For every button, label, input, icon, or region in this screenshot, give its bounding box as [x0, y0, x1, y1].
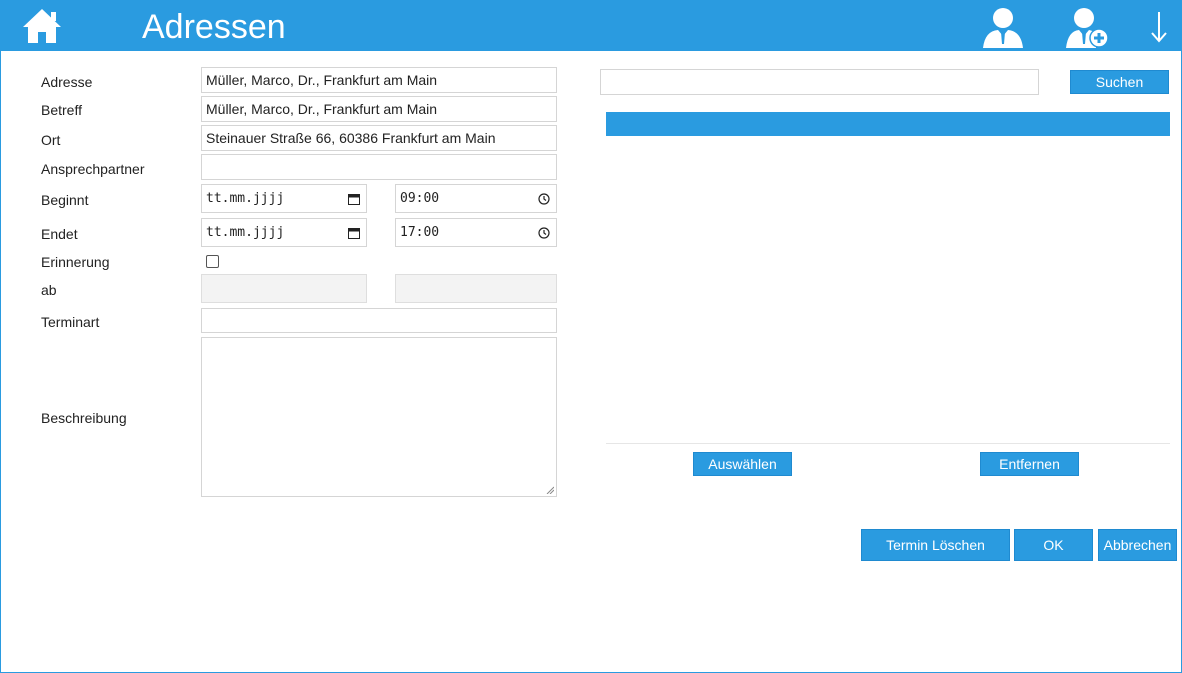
beginnt-date-input[interactable]: tt.mm.jjjj — [201, 184, 367, 213]
erinnerung-date-input — [201, 274, 367, 303]
results-divider — [606, 443, 1170, 444]
label-ort: Ort — [41, 132, 61, 148]
select-button[interactable]: Auswählen — [693, 452, 792, 476]
label-beschreibung: Beschreibung — [41, 410, 127, 426]
label-erinnerung: Erinnerung — [41, 254, 110, 270]
user-icon[interactable] — [980, 6, 1026, 48]
search-input[interactable] — [600, 69, 1039, 95]
remove-button[interactable]: Entfernen — [980, 452, 1079, 476]
arrow-down-icon[interactable] — [1148, 6, 1170, 46]
search-button[interactable]: Suchen — [1070, 70, 1169, 94]
betreff-input[interactable]: Müller, Marco, Dr., Frankfurt am Main — [201, 96, 557, 122]
window: Adressen Adresse Betreff Ort Ansprechpar… — [0, 0, 1182, 673]
clock-icon[interactable] — [538, 227, 550, 239]
beginnt-date-value: tt.mm.jjjj — [206, 191, 285, 206]
home-icon[interactable] — [21, 7, 63, 45]
label-adresse: Adresse — [41, 74, 93, 90]
resize-grip-icon[interactable] — [546, 486, 554, 494]
beginnt-time-value: 09:00 — [400, 191, 440, 206]
label-ansprechpartner: Ansprechpartner — [41, 161, 145, 177]
calendar-icon[interactable] — [348, 193, 360, 205]
ansprechpartner-input[interactable] — [201, 154, 557, 180]
results-table-header — [606, 112, 1170, 136]
beginnt-time-input[interactable]: 09:00 — [395, 184, 557, 213]
calendar-icon[interactable] — [348, 227, 360, 239]
endet-time-input[interactable]: 17:00 — [395, 218, 557, 247]
label-terminart: Terminart — [41, 314, 100, 330]
delete-appointment-button[interactable]: Termin Löschen — [861, 529, 1010, 561]
erinnerung-checkbox[interactable] — [206, 255, 219, 268]
label-beginnt: Beginnt — [41, 192, 89, 208]
page-title: Adressen — [142, 8, 286, 46]
endet-time-value: 17:00 — [400, 225, 440, 240]
header-bar: Adressen — [1, 1, 1181, 51]
label-betreff: Betreff — [41, 102, 82, 118]
adresse-input[interactable]: Müller, Marco, Dr., Frankfurt am Main — [201, 67, 557, 93]
erinnerung-time-input — [395, 274, 557, 303]
terminart-input[interactable] — [201, 308, 557, 333]
ok-button[interactable]: OK — [1014, 529, 1093, 561]
beschreibung-textarea[interactable] — [201, 337, 557, 497]
clock-icon[interactable] — [538, 193, 550, 205]
label-endet: Endet — [41, 226, 78, 242]
cancel-button[interactable]: Abbrechen — [1098, 529, 1177, 561]
endet-date-value: tt.mm.jjjj — [206, 225, 285, 240]
user-add-icon[interactable] — [1064, 6, 1110, 48]
endet-date-input[interactable]: tt.mm.jjjj — [201, 218, 367, 247]
label-ab: ab — [41, 282, 57, 298]
ort-input[interactable]: Steinauer Straße 66, 60386 Frankfurt am … — [201, 125, 557, 151]
